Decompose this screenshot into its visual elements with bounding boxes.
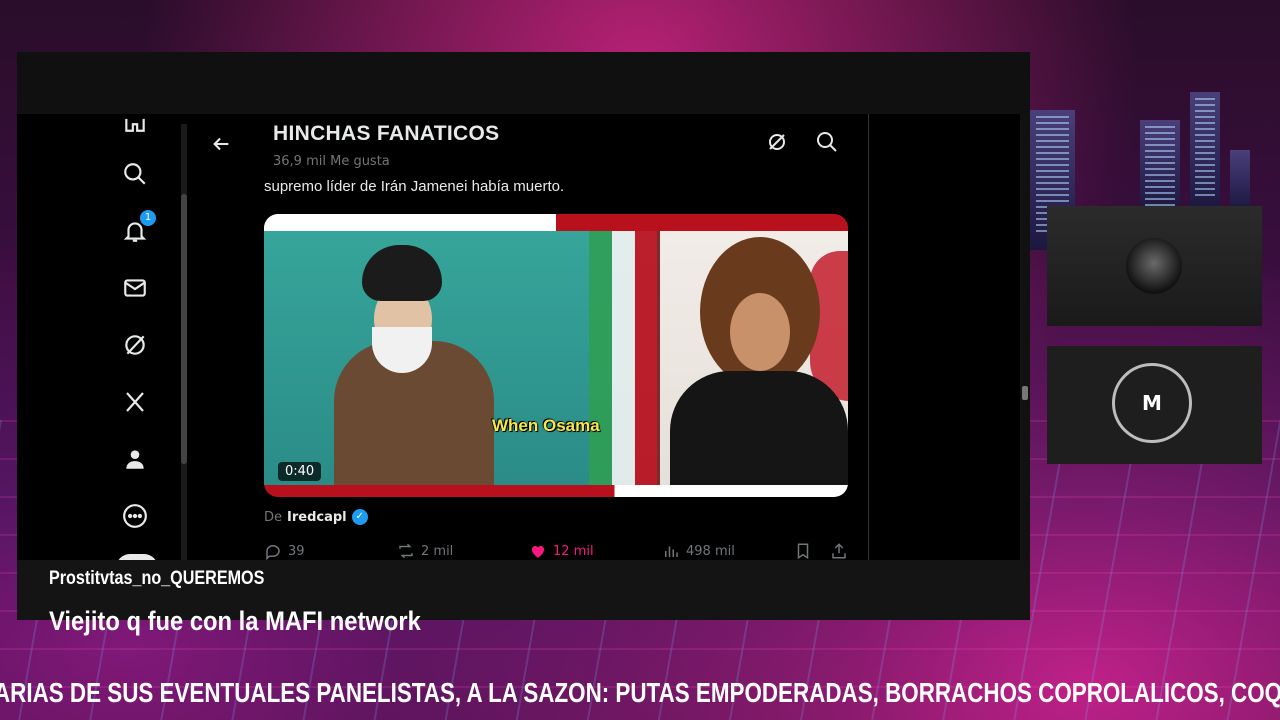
bell-icon[interactable]: 1 [120,210,156,246]
home-icon[interactable] [120,106,150,136]
skyscraper [1230,150,1250,210]
grok-icon[interactable] [120,330,150,360]
like-button[interactable]: 12 mil [529,542,594,560]
likes-count: 36,9 mil Me gusta [273,154,390,169]
chat-overlay: Prostitvtas_no_QUEREMOS Viejito q fue co… [17,560,1030,636]
ticker-text: ARIAS DE SUS EVENTUALES PANELISTAS, A LA… [0,677,1280,708]
scrollbar-thumb[interactable] [181,194,187,464]
progress-strip [264,485,848,497]
profile-icon[interactable] [120,444,150,474]
share-button[interactable] [830,542,848,560]
window-topbar [17,52,1030,114]
window-scrollbar[interactable] [1020,114,1030,560]
views-button[interactable]: 498 mil [662,542,735,560]
repost-icon [399,543,413,559]
video-duration: 0:40 [278,462,322,481]
participant-initial: M [1112,363,1192,443]
search-icon[interactable] [815,130,843,158]
participant-avatar [1126,238,1182,294]
skyscraper [1190,92,1220,210]
chat-username: Prostitvtas_no_QUEREMOS [49,568,265,589]
notification-badge: 1 [140,210,156,226]
news-ticker: ARIAS DE SUS EVENTUALES PANELISTAS, A LA… [0,675,1280,715]
mail-icon[interactable] [120,273,150,303]
video-left-frame [264,231,657,485]
news-banner [264,214,848,231]
video-caption: When Osama [492,416,600,435]
more-icon[interactable] [120,501,150,531]
tweet-text: supremo líder de Irán Jamenei había muer… [264,178,565,195]
heart-icon [531,545,545,558]
skyscraper [1140,120,1180,210]
like-count: 12 mil [553,543,594,559]
speaker-body [670,371,848,485]
video-right-frame [660,231,848,485]
nav-scrollbar[interactable] [181,124,187,564]
figure-turban [362,245,442,301]
back-arrow-icon[interactable] [206,129,236,159]
flag-image [589,231,657,485]
x-logo-icon[interactable] [120,387,150,417]
reply-icon [266,545,280,560]
bookmark-icon [797,543,809,560]
repost-count: 2 mil [421,543,454,559]
feed-header: HINCHAS FANATICOS 36,9 mil Me gusta [192,114,868,174]
source-attribution: De Iredcapl ✓ [264,509,368,525]
verified-icon: ✓ [351,509,368,525]
reply-button[interactable]: 39 [264,542,305,560]
video-player[interactable]: When Osama 0:40 [264,214,848,497]
view-count: 498 mil [686,543,735,559]
x-nav-rail: 1 [17,114,192,568]
search-icon[interactable] [120,159,150,189]
source-handle[interactable]: Iredcapl [287,510,347,525]
views-icon [665,546,678,557]
participant-tile[interactable]: M [1047,346,1262,464]
reply-count: 39 [288,543,305,559]
shared-window: 1 HINCHAS FANATICOS 36,9 mil Me gusta su… [17,52,1030,620]
from-prefix: De [264,509,283,525]
chat-message: Viejito q fue con la MAFI network [49,606,421,636]
bookmark-button[interactable] [794,542,812,560]
speaker-face [730,293,790,371]
share-icon [832,543,846,559]
participant-tile[interactable] [1047,206,1262,326]
feed-column: HINCHAS FANATICOS 36,9 mil Me gusta supr… [192,114,869,560]
scrollbar-thumb[interactable] [1022,386,1028,400]
tweet-actions: 39 2 mil 12 mil 498 mil [264,542,848,560]
grok-icon[interactable] [765,130,793,158]
repost-button[interactable]: 2 mil [397,542,453,560]
page-title: HINCHAS FANATICOS [273,122,500,145]
